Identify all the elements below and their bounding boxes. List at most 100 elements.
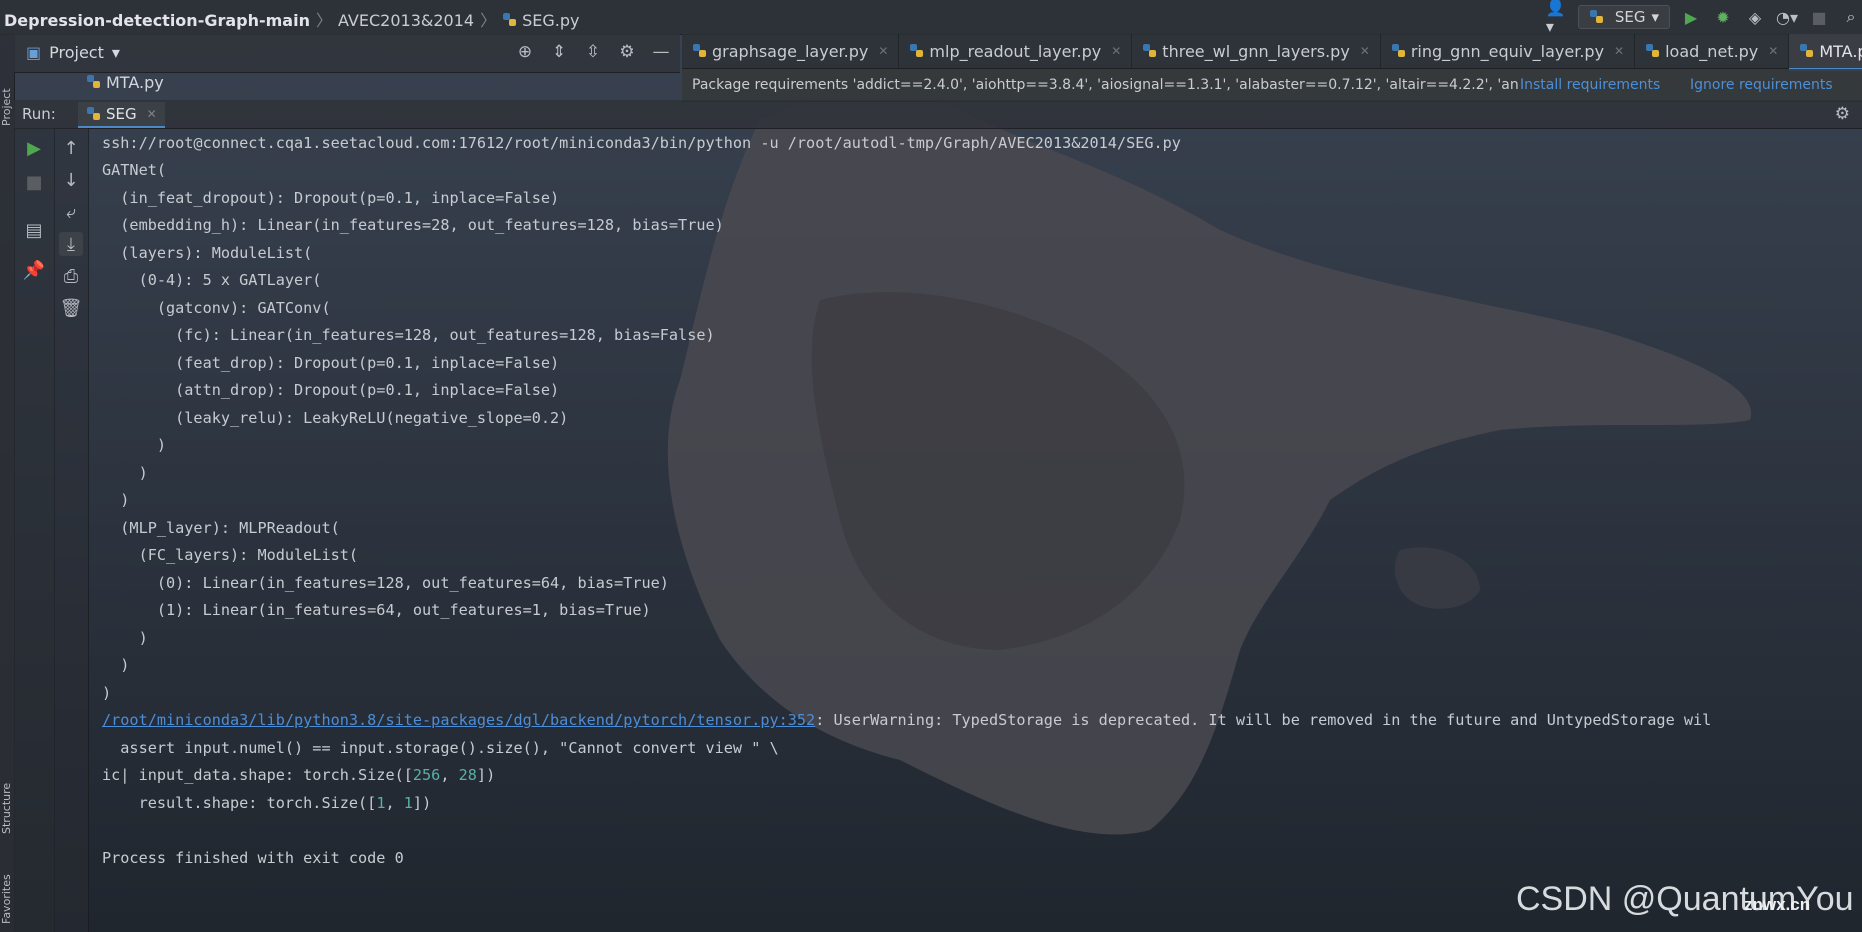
trash-icon[interactable]: 🗑	[59, 296, 83, 320]
run-tab[interactable]: SEG ✕	[78, 102, 165, 128]
run-panel-header: Run: SEG ✕ ⚙	[14, 100, 1862, 129]
gear-icon[interactable]: ⚙	[1835, 104, 1850, 124]
console-line: )	[102, 656, 130, 674]
console-line: (embedding_h): Linear(in_features=28, ou…	[102, 216, 724, 234]
stop-icon[interactable]: ■	[1808, 6, 1830, 28]
console-line: assert input.numel() == input.storage().…	[102, 739, 779, 757]
run-tools-secondary: ↑ ↓ ⤶ ⤓ ⎙ 🗑	[54, 128, 89, 932]
project-tree-item-label: MTA.py	[106, 72, 164, 92]
project-tool-tab[interactable]: Project	[0, 88, 13, 126]
navigation-bar: Depression-detection-Graph-main 〉 AVEC2013…	[0, 0, 1862, 36]
project-panel-tools: ⊕ ⇕ ⇳ ⚙ —	[514, 42, 672, 62]
favorites-tool-tab[interactable]: Favorites	[0, 874, 13, 924]
console-output[interactable]: ssh://root@connect.cqa1.seetacloud.com:1…	[102, 132, 1862, 922]
source-file-link[interactable]: /root/miniconda3/lib/python3.8/site-pack…	[102, 711, 815, 729]
console-line: (attn_drop): Dropout(p=0.1, inplace=Fals…	[102, 381, 560, 399]
rerun-icon[interactable]: ▶	[22, 136, 46, 160]
console-line: (fc): Linear(in_features=128, out_featur…	[102, 326, 715, 344]
ic-suffix: ])	[476, 766, 496, 784]
editor-tab[interactable]: graphsage_layer.py ✕	[682, 34, 900, 68]
run-icon[interactable]: ▶	[1680, 6, 1702, 28]
result-number: 1	[403, 794, 413, 812]
run-config-selector[interactable]: SEG ▾	[1577, 5, 1670, 29]
run-panel-label: Run:	[22, 105, 56, 123]
console-result-line: result.shape: torch.Size([1, 1])	[102, 792, 432, 814]
editor-tab-label: mlp_readout_layer.py	[929, 41, 1102, 61]
console-line: (in_feat_dropout): Dropout(p=0.1, inplac…	[102, 189, 560, 207]
package-requirements-notice: Package requirements 'addict==2.4.0', 'a…	[682, 69, 1862, 102]
console-line: )	[102, 436, 167, 454]
print-icon[interactable]: ⎙	[59, 264, 83, 288]
arrow-down-icon[interactable]: ↓	[59, 168, 83, 192]
close-icon[interactable]: ✕	[1360, 44, 1370, 58]
editor-tab-label: graphsage_layer.py	[712, 41, 869, 61]
folder-icon: ▣	[26, 43, 42, 62]
ic-number: 28	[458, 766, 477, 784]
editor-tab-label: three_wl_gnn_layers.py	[1162, 41, 1350, 61]
project-panel-header: ▣ Project ▾ ⊕ ⇕ ⇳ ⚙ —	[14, 34, 680, 73]
structure-tool-tab[interactable]: Structure	[0, 783, 13, 834]
stop-icon[interactable]: ■	[22, 170, 46, 194]
console-line: )	[102, 684, 112, 702]
ignore-requirements-link[interactable]: Ignore requirements	[1690, 77, 1833, 93]
editor-tab-strip: graphsage_layer.py ✕ mlp_readout_layer.py…	[682, 34, 1862, 71]
close-icon[interactable]: ✕	[1768, 44, 1778, 58]
ic-number: 256	[412, 766, 441, 784]
user-account-icon[interactable]: 👤▾	[1546, 0, 1568, 36]
console-line: )	[102, 491, 130, 509]
gear-icon[interactable]: ⚙	[616, 42, 638, 62]
ic-prefix: ic| input_data.shape: torch.Size([	[102, 766, 413, 784]
python-file-icon	[1143, 44, 1157, 57]
chevron-down-icon: ▾	[1651, 8, 1659, 26]
python-file-icon	[87, 107, 100, 120]
project-view-selector[interactable]: ▣ Project ▾	[26, 43, 120, 62]
python-file-icon	[503, 13, 517, 26]
search-icon[interactable]: ⌕	[1840, 6, 1862, 28]
expand-all-icon[interactable]: ⇕	[548, 42, 570, 62]
console-line: (layers): ModuleList(	[102, 244, 313, 262]
profile-icon[interactable]: ◔▾	[1776, 6, 1798, 28]
layout-icon[interactable]: ▤	[22, 218, 46, 242]
left-tool-stripe: Project Structure Favorites	[0, 34, 15, 932]
notice-message: Package requirements 'addict==2.4.0', 'a…	[692, 77, 1518, 93]
debug-icon[interactable]: ✹	[1712, 6, 1734, 28]
collapse-all-icon[interactable]: ⇳	[582, 42, 604, 62]
editor-tab[interactable]: ring_gnn_equiv_layer.py ✕	[1381, 34, 1636, 68]
editor-tab-active[interactable]: MTA.py✕	[1789, 34, 1862, 71]
breadcrumb-file[interactable]: SEG.py	[502, 11, 579, 30]
console-line: (feat_drop): Dropout(p=0.1, inplace=Fals…	[102, 354, 560, 372]
editor-tab-label: load_net.py	[1665, 41, 1759, 61]
pin-icon[interactable]: 📌	[22, 258, 46, 282]
breadcrumb-folder[interactable]: AVEC2013&2014	[338, 11, 474, 30]
soft-wrap-icon[interactable]: ⤶	[59, 200, 83, 224]
close-icon[interactable]: ✕	[1111, 44, 1121, 58]
minimize-icon[interactable]: —	[650, 42, 672, 62]
console-line: (MLP_layer): MLPReadout(	[102, 519, 340, 537]
warning-text: : UserWarning: TypedStorage is deprecate…	[815, 711, 1712, 729]
arrow-up-icon[interactable]: ↑	[59, 136, 83, 160]
close-icon[interactable]: ✕	[1614, 44, 1624, 58]
locate-icon[interactable]: ⊕	[514, 42, 536, 62]
chevron-right-icon: 〉	[480, 11, 497, 30]
scroll-to-end-icon[interactable]: ⤓	[59, 232, 83, 256]
project-tree-item[interactable]: MTA.py	[86, 70, 164, 94]
chevron-down-icon: ▾	[111, 43, 120, 62]
python-file-icon	[693, 44, 706, 57]
console-line: (0-4): 5 x GATLayer(	[102, 271, 322, 289]
chevron-right-icon: 〉	[315, 11, 332, 30]
python-file-icon	[910, 44, 924, 57]
editor-tab[interactable]: mlp_readout_layer.py ✕	[899, 34, 1133, 68]
console-line: (0): Linear(in_features=128, out_feature…	[102, 574, 669, 592]
console-line: (FC_layers): ModuleList(	[102, 546, 359, 564]
install-requirements-link[interactable]: Install requirements	[1520, 77, 1660, 93]
editor-tab[interactable]: load_net.py ✕	[1635, 34, 1790, 68]
python-file-icon	[1800, 44, 1814, 57]
main-toolbar: 👤▾ SEG ▾ ▶ ✹ ◈ ◔▾ ■ ⌕	[1546, 0, 1862, 36]
coverage-icon[interactable]: ◈	[1744, 6, 1766, 28]
editor-tab-label: ring_gnn_equiv_layer.py	[1410, 41, 1605, 61]
editor-tab[interactable]: three_wl_gnn_layers.py ✕	[1132, 34, 1381, 68]
close-icon[interactable]: ✕	[147, 107, 157, 121]
breadcrumb-project[interactable]: Depression-detection-Graph-main	[4, 11, 310, 30]
console-ic-line: ic| input_data.shape: torch.Size([256, 2…	[102, 764, 495, 786]
close-icon[interactable]: ✕	[878, 44, 888, 58]
